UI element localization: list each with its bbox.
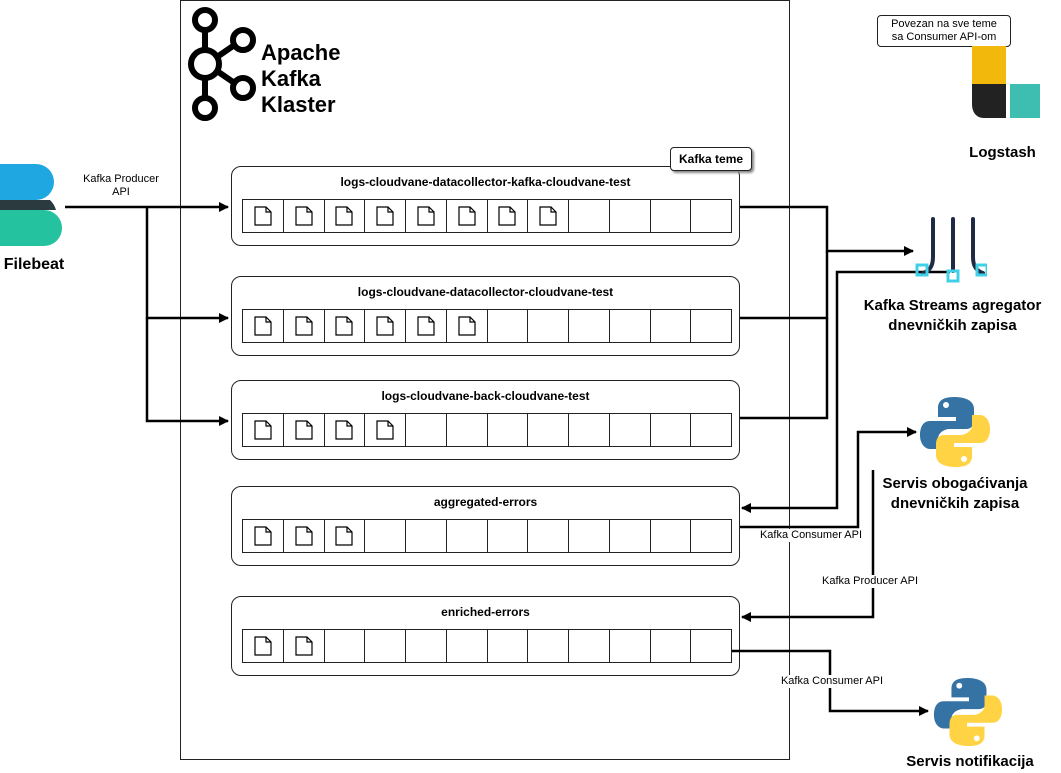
logstash-note-line: Povezan na sve teme [891, 18, 997, 30]
edge-label-producer-line: Kafka Producer [83, 173, 159, 185]
python-enrich-icon [920, 397, 990, 467]
enrich-service-label-line: Servis obogaćivanja [882, 475, 1028, 492]
logstash-note-line: sa Consumer API-om [891, 31, 997, 43]
kafka-streams-icon [915, 217, 987, 283]
kafka-streams-label: Kafka Streams agregator dnevničkih zapis… [850, 296, 1055, 336]
filebeat-label: Filebeat [3, 256, 65, 273]
edge-filebeat-topic-3 [145, 318, 229, 426]
edge-topic-3-streams [740, 318, 829, 420]
logstash-icon [972, 46, 1040, 118]
edge-label-producer-line: API [112, 186, 130, 198]
edge-label-producer-2: Kafka Producer API [814, 575, 926, 588]
edge-topic-2-streams [740, 251, 829, 320]
edge-label-consumer-1: Kafka Consumer API [752, 529, 870, 542]
edge-label-producer: Kafka Producer API [72, 173, 170, 199]
connector-lines [65, 202, 950, 716]
logstash-note: Povezan na sve teme sa Consumer API-om [877, 15, 1011, 47]
enrich-service-label-line: dnevničkih zapisa [890, 495, 1020, 512]
kafka-streams-label-line: dnevničkih zapisa [888, 317, 1017, 334]
python-notify-icon [933, 677, 1003, 747]
enrich-service-label: Servis obogaćivanja dnevničkih zapisa [860, 474, 1050, 514]
logstash-label: Logstash [969, 144, 1036, 161]
notify-service-label: Servis notifikacija [906, 753, 1034, 770]
edge-label-consumer-2: Kafka Consumer API [773, 675, 891, 688]
edge-topic-1-streams [740, 205, 914, 256]
filebeat-icon [0, 164, 62, 246]
edge-filebeat-topic-2 [145, 207, 229, 323]
kafka-streams-label-line: Kafka Streams agregator [863, 297, 1042, 314]
edge-enrich-enriched [741, 470, 875, 622]
